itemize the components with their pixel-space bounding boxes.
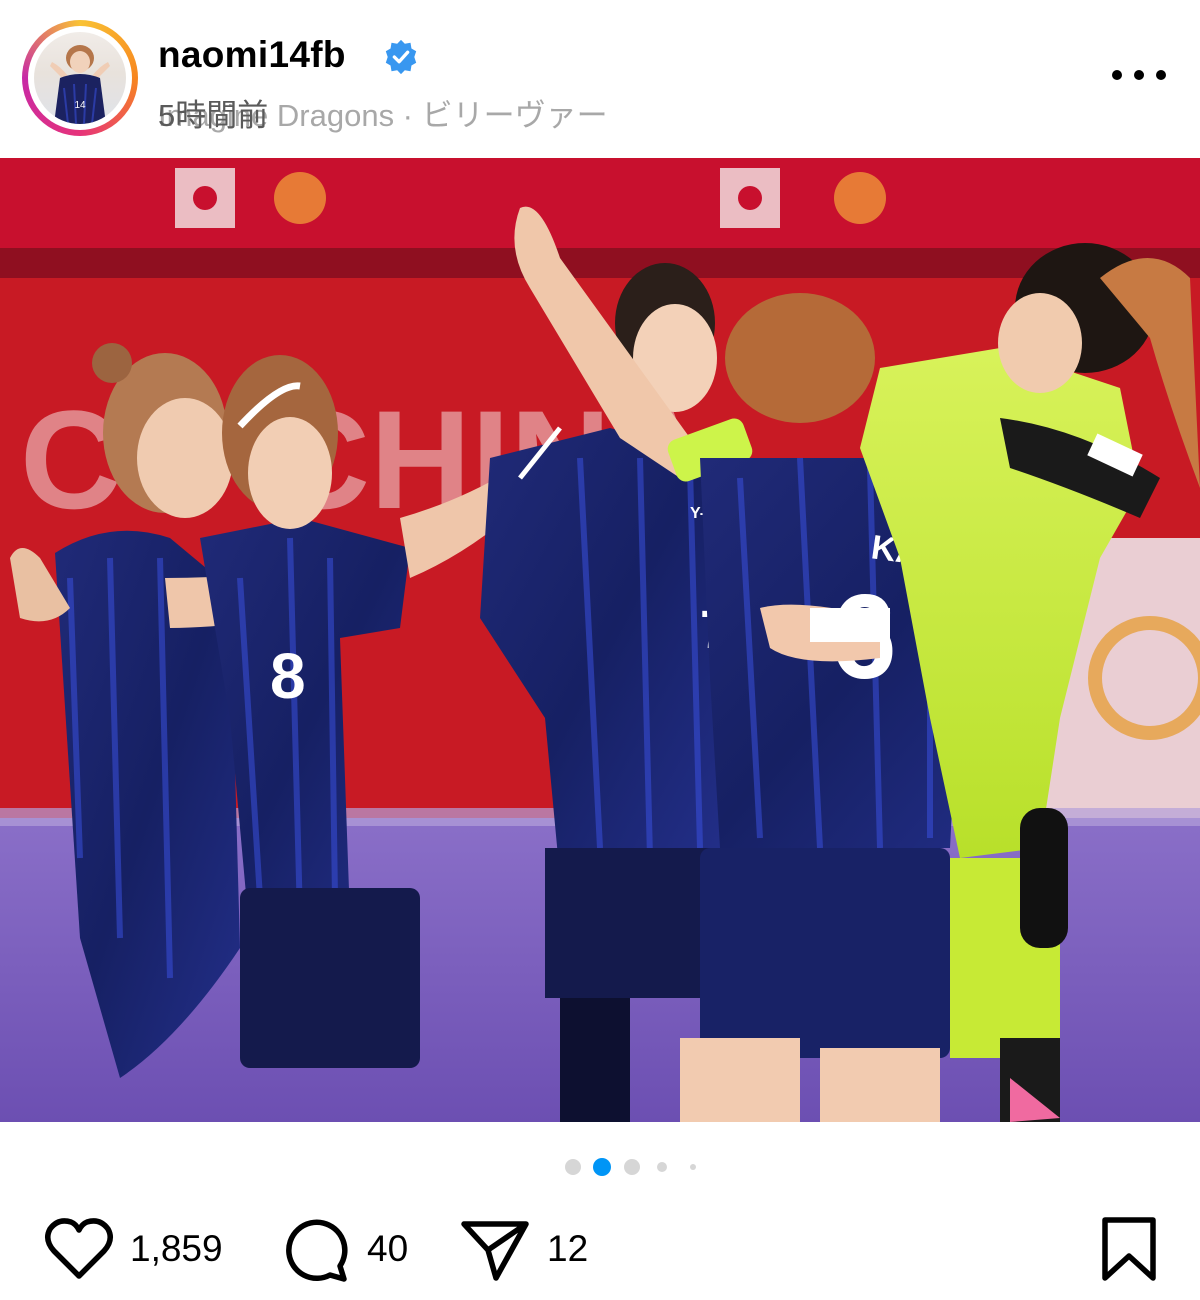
comment-bubble-icon[interactable] <box>282 1216 350 1284</box>
carousel-dot <box>690 1164 696 1170</box>
avatar[interactable]: 14 <box>34 32 126 124</box>
post-header: 14 naomi14fb Imagine Dragons · ビリーヴァー 5時… <box>0 0 1200 158</box>
carousel-dot <box>657 1162 667 1172</box>
post-photo[interactable]: CO CHINA 8 7 Y-3 <box>0 158 1200 1122</box>
heart-icon[interactable] <box>44 1216 114 1282</box>
story-ring[interactable]: 14 <box>22 20 138 136</box>
avatar-border: 14 <box>28 26 132 130</box>
more-options-icon[interactable] <box>1112 62 1166 88</box>
more-dot <box>1156 70 1166 80</box>
avatar-jersey-number: 14 <box>74 100 86 111</box>
post-time: 5時間前 <box>158 98 269 133</box>
post-subline: Imagine Dragons · ビリーヴァー 5時間前 <box>158 90 758 133</box>
jersey-number: 8 <box>270 640 306 712</box>
username[interactable]: naomi14fb <box>158 34 346 76</box>
share-count[interactable]: 12 <box>547 1228 588 1270</box>
carousel-dot <box>565 1159 581 1175</box>
paper-plane-icon[interactable] <box>460 1218 530 1282</box>
comment-count[interactable]: 40 <box>367 1228 408 1270</box>
post-actions: 1,859 40 12 <box>0 1212 1200 1286</box>
carousel-dot-active <box>593 1158 611 1176</box>
photo-scene: CO CHINA 8 7 Y-3 <box>0 158 1200 1122</box>
carousel-dot <box>624 1159 640 1175</box>
like-count[interactable]: 1,859 <box>130 1228 223 1270</box>
bookmark-icon[interactable] <box>1100 1216 1158 1282</box>
carousel-indicator <box>0 1157 1200 1177</box>
more-dot <box>1112 70 1122 80</box>
verified-badge-icon <box>385 39 417 75</box>
more-dot <box>1134 70 1144 80</box>
avatar-image: 14 <box>50 45 110 124</box>
